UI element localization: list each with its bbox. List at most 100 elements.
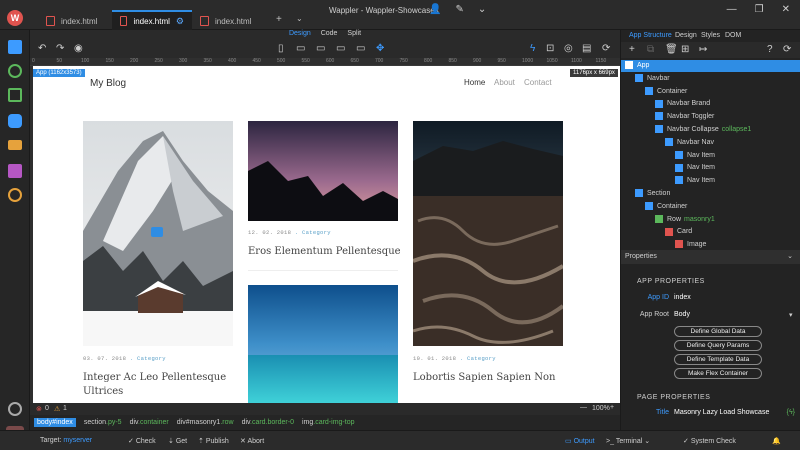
- new-tab-button[interactable]: +: [276, 14, 282, 25]
- make-flex-container-button[interactable]: Make Flex Container: [674, 368, 762, 379]
- tree-node[interactable]: Navbar Nav: [621, 137, 800, 149]
- add-icon[interactable]: +: [629, 44, 635, 55]
- split-mode-button[interactable]: Split: [347, 30, 361, 37]
- server-connect-icon[interactable]: [8, 88, 22, 102]
- refresh-icon[interactable]: ⟳: [602, 43, 610, 54]
- design-mode-button[interactable]: Design: [289, 30, 311, 37]
- zoom-in-icon[interactable]: +: [610, 404, 614, 411]
- tree-node[interactable]: Container: [621, 86, 800, 98]
- move-icon[interactable]: ✥: [376, 43, 384, 54]
- minimize-button[interactable]: —: [727, 4, 737, 15]
- resources-icon[interactable]: [8, 140, 22, 150]
- system-check-button[interactable]: ✓ System Check: [683, 437, 736, 445]
- check-button[interactable]: ✓ Check: [128, 437, 156, 445]
- define-template-data-button[interactable]: Define Template Data: [674, 354, 762, 365]
- gear-icon[interactable]: [8, 402, 22, 416]
- device-lg-icon[interactable]: ▭: [336, 43, 345, 54]
- app-id-input[interactable]: index: [674, 294, 691, 301]
- device-md-icon[interactable]: ▭: [316, 43, 325, 54]
- tree-node[interactable]: Navbar Toggler: [621, 111, 800, 123]
- help-icon[interactable]: ?: [767, 44, 773, 55]
- card-category-link[interactable]: Category: [467, 355, 496, 362]
- output-tab[interactable]: ▭ Output: [565, 437, 595, 445]
- tree-node[interactable]: Row masonry1: [621, 214, 800, 226]
- card-image-sea[interactable]: [248, 285, 398, 403]
- card-category-link[interactable]: Category: [137, 355, 166, 362]
- card-category-link[interactable]: Category: [302, 229, 331, 236]
- tab-dom[interactable]: DOM: [725, 32, 741, 39]
- user-icon[interactable]: 👤: [429, 4, 441, 15]
- get-button[interactable]: ⇣ Get: [168, 437, 187, 445]
- app-root-select[interactable]: Body: [674, 311, 690, 318]
- redo-icon[interactable]: ↷: [56, 43, 64, 54]
- tab-list-chevron-icon[interactable]: ⌄: [296, 14, 303, 23]
- maximize-button[interactable]: ❐: [755, 4, 764, 15]
- device-xl-icon[interactable]: ▭: [356, 43, 365, 54]
- structure-icon[interactable]: ⊞: [681, 44, 689, 55]
- zoom-level[interactable]: 100%: [592, 405, 610, 412]
- tree-node[interactable]: Container: [621, 201, 800, 213]
- tab-app-structure[interactable]: App Structure: [629, 32, 672, 39]
- database-icon[interactable]: [8, 114, 22, 128]
- title-input[interactable]: Masonry Lazy Load Showcase: [674, 409, 769, 416]
- copy-icon[interactable]: ⧉: [647, 44, 654, 55]
- folder-icon[interactable]: ▤: [582, 43, 591, 54]
- edit-icon[interactable]: ✎: [455, 4, 463, 15]
- card-title[interactable]: Lobortis Sapien Sapien Non: [413, 371, 573, 385]
- search-icon[interactable]: [8, 188, 22, 202]
- tab-index-1[interactable]: index.html: [38, 12, 105, 30]
- chevron-down-icon[interactable]: ⌄: [787, 250, 793, 264]
- device-xs-icon[interactable]: ▯: [278, 43, 284, 54]
- design-canvas[interactable]: My Blog Home About Contact 03. 07. 2018 …: [33, 66, 620, 403]
- delete-icon[interactable]: 🗑: [665, 44, 678, 55]
- breadcrumb-row[interactable]: div#masonry1.row: [177, 419, 234, 426]
- warning-icon[interactable]: ⚠: [54, 405, 60, 413]
- code-mode-button[interactable]: Code: [321, 30, 338, 37]
- device-sm-icon[interactable]: ▭: [296, 43, 305, 54]
- tree-node[interactable]: Nav Item: [621, 175, 800, 187]
- tree-node[interactable]: Navbar Brand: [621, 98, 800, 110]
- tab-index-3[interactable]: index.html: [192, 12, 259, 30]
- abort-button[interactable]: ✕ Abort: [240, 437, 264, 445]
- undo-icon[interactable]: ↶: [38, 43, 46, 54]
- close-button[interactable]: ✕: [782, 4, 790, 15]
- tree-node[interactable]: Nav Item: [621, 162, 800, 174]
- nav-link-home[interactable]: Home: [464, 78, 485, 87]
- breadcrumb-card[interactable]: div.card.border-0: [242, 419, 294, 426]
- card-title[interactable]: Eros Elementum Pellentesque: [248, 245, 408, 259]
- define-global-data-button[interactable]: Define Global Data: [674, 326, 762, 337]
- close-tab-icon[interactable]: ⚙: [176, 16, 184, 27]
- define-query-params-button[interactable]: Define Query Params: [674, 340, 762, 351]
- tree-node[interactable]: Navbar: [621, 73, 800, 85]
- tree-node[interactable]: Nav Item: [621, 150, 800, 162]
- publish-button[interactable]: ⇡ Publish: [198, 437, 229, 445]
- zoom-out-icon[interactable]: —: [580, 404, 587, 411]
- tree-node[interactable]: Navbar Collapse collapse1: [621, 124, 800, 136]
- layout-icon[interactable]: ⊡: [546, 43, 554, 54]
- card-title[interactable]: Integer Ac Leo Pellentesque Ultrices: [83, 371, 233, 399]
- tab-styles[interactable]: Styles: [701, 32, 720, 39]
- notifications-icon[interactable]: 🔔: [772, 437, 781, 445]
- navbar-brand[interactable]: My Blog: [90, 78, 126, 89]
- breadcrumb-body[interactable]: body#index: [34, 418, 76, 427]
- breadcrumb-section[interactable]: section.py-5: [84, 419, 122, 426]
- tree-node[interactable]: App: [621, 60, 800, 72]
- tree-node[interactable]: Section: [621, 188, 800, 200]
- select-arrow-icon[interactable]: ▾: [789, 311, 793, 319]
- nav-link-about[interactable]: About: [494, 78, 515, 87]
- assets-icon[interactable]: [8, 164, 22, 178]
- tree-node[interactable]: Card: [621, 226, 800, 238]
- git-icon[interactable]: [8, 64, 22, 78]
- tab-design[interactable]: Design: [675, 32, 697, 39]
- breadcrumb-container[interactable]: div.container: [130, 419, 169, 426]
- preview-icon[interactable]: ◎: [564, 43, 573, 54]
- tab-index-2[interactable]: index.html ⚙: [112, 10, 192, 30]
- properties-header[interactable]: Properties ⌄: [621, 250, 800, 264]
- terminal-tab[interactable]: >_ Terminal ⌄: [606, 437, 650, 445]
- card-image-desert[interactable]: [413, 121, 563, 346]
- dynamic-data-icon[interactable]: {ϟ}: [787, 409, 795, 416]
- nav-link-contact[interactable]: Contact: [524, 78, 552, 87]
- error-icon[interactable]: ⊗: [36, 405, 42, 413]
- chevron-down-icon[interactable]: ⌄: [478, 4, 486, 15]
- camera-icon[interactable]: ◉: [74, 43, 83, 54]
